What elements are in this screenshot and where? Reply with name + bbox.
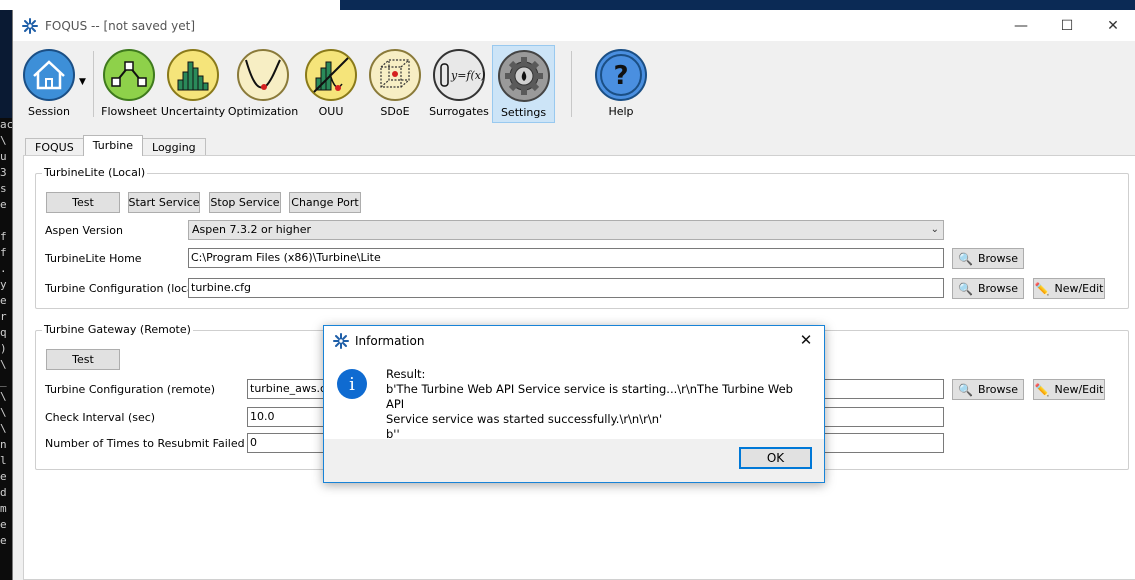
magnifier-icon: 🔍 xyxy=(957,382,973,397)
dialog-message-line: Result: xyxy=(386,367,426,381)
gateway-test-button[interactable]: Test xyxy=(46,349,120,370)
dialog-message-line: b'The Turbine Web API Service service is… xyxy=(386,382,793,411)
desktop-background-dark xyxy=(340,0,1135,10)
toolbar-flowsheet-button[interactable]: Flowsheet xyxy=(97,45,161,123)
ok-button[interactable]: OK xyxy=(739,447,812,469)
surrogate-function-icon: y=f(x) xyxy=(433,49,485,101)
check-interval-label: Check Interval (sec) xyxy=(45,411,156,424)
window-title: FOQUS -- [not saved yet] xyxy=(45,18,196,33)
turbine-config-remote-browse-button[interactable]: 🔍 Browse xyxy=(952,379,1024,400)
toolbar-sdoe-button[interactable]: SDoE xyxy=(363,45,427,123)
toolbar-help-label: Help xyxy=(608,105,634,118)
toolbar-ouu-button[interactable]: OUU xyxy=(299,45,363,123)
turbine-config-remote-new-edit-button[interactable]: ✏️ New/Edit xyxy=(1033,379,1105,400)
main-toolbar: Session ▼ Flowsheet Uncertainty Optimiza… xyxy=(13,41,1135,125)
magnifier-icon: 🔍 xyxy=(957,281,973,296)
foqus-app-icon xyxy=(333,333,349,349)
help-glyph: ? xyxy=(613,61,628,91)
magnifier-icon: 🔍 xyxy=(957,251,973,266)
information-dialog: Information ✕ i Result: b'The Turbine We… xyxy=(323,325,825,483)
turbinelite-test-button[interactable]: Test xyxy=(46,192,120,213)
turbine-config-local-new-edit-button[interactable]: ✏️ New/Edit xyxy=(1033,278,1105,299)
toolbar-flowsheet-label: Flowsheet xyxy=(101,105,157,118)
toolbar-sdoe-label: SDoE xyxy=(380,105,410,118)
stop-service-button[interactable]: Stop Service xyxy=(209,192,281,213)
aspen-version-label: Aspen Version xyxy=(45,224,123,237)
title-bar[interactable]: FOQUS -- [not saved yet] — ☐ ✕ xyxy=(13,10,1135,41)
dialog-message-line: Service service was started successfully… xyxy=(386,412,663,426)
flowsheet-icon xyxy=(103,49,155,101)
browse-label: Browse xyxy=(977,252,1018,265)
information-icon: i xyxy=(337,369,367,399)
turbine-config-remote-label: Turbine Configuration (remote) xyxy=(45,383,216,396)
chevron-down-icon: ⌄ xyxy=(930,224,939,235)
toolbar-surrogates-label: Surrogates xyxy=(429,105,489,118)
question-icon: ? xyxy=(595,49,647,101)
toolbar-optimization-button[interactable]: Optimization xyxy=(227,45,299,123)
foqus-main-window: FOQUS -- [not saved yet] — ☐ ✕ Session ▼ xyxy=(12,10,1135,580)
browse-label: Browse xyxy=(977,383,1018,396)
aspen-version-value: Aspen 7.3.2 or higher xyxy=(192,223,311,236)
turbinelite-home-label: TurbineLite Home xyxy=(45,252,142,265)
surrogate-formula: y=f(x) xyxy=(450,69,485,82)
turbine-gateway-group-title: Turbine Gateway (Remote) xyxy=(42,323,193,336)
toolbar-uncertainty-button[interactable]: Uncertainty xyxy=(161,45,225,123)
toolbar-separator xyxy=(571,51,572,117)
dialog-close-button[interactable]: ✕ xyxy=(796,330,816,350)
settings-tab-bar: FOQUS Turbine Logging xyxy=(25,135,206,156)
toolbar-session-button[interactable]: Session xyxy=(17,45,81,123)
start-service-button[interactable]: Start Service xyxy=(128,192,200,213)
ouu-icon xyxy=(305,49,357,101)
maximize-icon: ☐ xyxy=(1060,17,1074,34)
foqus-app-icon xyxy=(22,17,38,34)
resubmit-count-label: Number of Times to Resubmit Failed Jobs xyxy=(45,437,271,450)
turbinelite-home-input[interactable]: C:\Program Files (x86)\Turbine\Lite xyxy=(188,248,944,268)
house-icon xyxy=(23,49,75,101)
toolbar-ouu-label: OUU xyxy=(318,105,344,118)
toolbar-help-button[interactable]: ? Help xyxy=(589,45,653,123)
turbinelite-group-title: TurbineLite (Local) xyxy=(42,166,148,179)
dialog-message: Result: b'The Turbine Web API Service se… xyxy=(386,367,806,442)
turbinelite-group: TurbineLite (Local) Test Start Service S… xyxy=(35,166,1129,309)
browse-label: Browse xyxy=(977,282,1018,295)
turbine-config-local-input[interactable]: turbine.cfg xyxy=(188,278,944,298)
histogram-icon xyxy=(167,49,219,101)
close-button[interactable]: ✕ xyxy=(1090,10,1135,41)
minimize-button[interactable]: — xyxy=(998,10,1044,41)
tab-logging[interactable]: Logging xyxy=(142,138,206,156)
change-port-button[interactable]: Change Port xyxy=(289,192,361,213)
tab-foqus[interactable]: FOQUS xyxy=(25,138,84,156)
turbinelite-home-browse-button[interactable]: 🔍 Browse xyxy=(952,248,1024,269)
chevron-down-icon[interactable]: ▼ xyxy=(79,77,86,87)
optimization-curve-icon xyxy=(237,49,289,101)
new-edit-label: New/Edit xyxy=(1054,282,1104,295)
turbine-config-local-browse-button[interactable]: 🔍 Browse xyxy=(952,278,1024,299)
tab-turbine[interactable]: Turbine xyxy=(82,135,144,156)
toolbar-separator xyxy=(93,51,94,117)
toolbar-uncertainty-label: Uncertainty xyxy=(160,105,226,118)
gear-icon xyxy=(497,50,550,102)
sdoe-cube-icon xyxy=(369,49,421,101)
dialog-footer: OK xyxy=(324,439,824,482)
close-icon: ✕ xyxy=(799,331,813,349)
toolbar-optimization-label: Optimization xyxy=(227,105,299,118)
dialog-title-bar[interactable]: Information ✕ xyxy=(324,326,824,356)
aspen-version-select[interactable]: Aspen 7.3.2 or higher ⌄ xyxy=(188,220,944,240)
new-edit-label: New/Edit xyxy=(1054,383,1104,396)
pencil-icon: ✏️ xyxy=(1034,382,1050,397)
minimize-icon: — xyxy=(1014,17,1028,34)
toolbar-surrogates-button[interactable]: y=f(x) Surrogates xyxy=(427,45,491,123)
maximize-button[interactable]: ☐ xyxy=(1044,10,1090,41)
turbine-config-local-label: Turbine Configuration (local) xyxy=(45,282,202,295)
toolbar-session-label: Session xyxy=(28,105,70,118)
close-icon: ✕ xyxy=(1107,17,1119,34)
toolbar-settings-button[interactable]: Settings xyxy=(492,45,555,123)
toolbar-settings-label: Settings xyxy=(500,106,547,119)
pencil-icon: ✏️ xyxy=(1034,281,1050,296)
dialog-title: Information xyxy=(355,334,425,348)
